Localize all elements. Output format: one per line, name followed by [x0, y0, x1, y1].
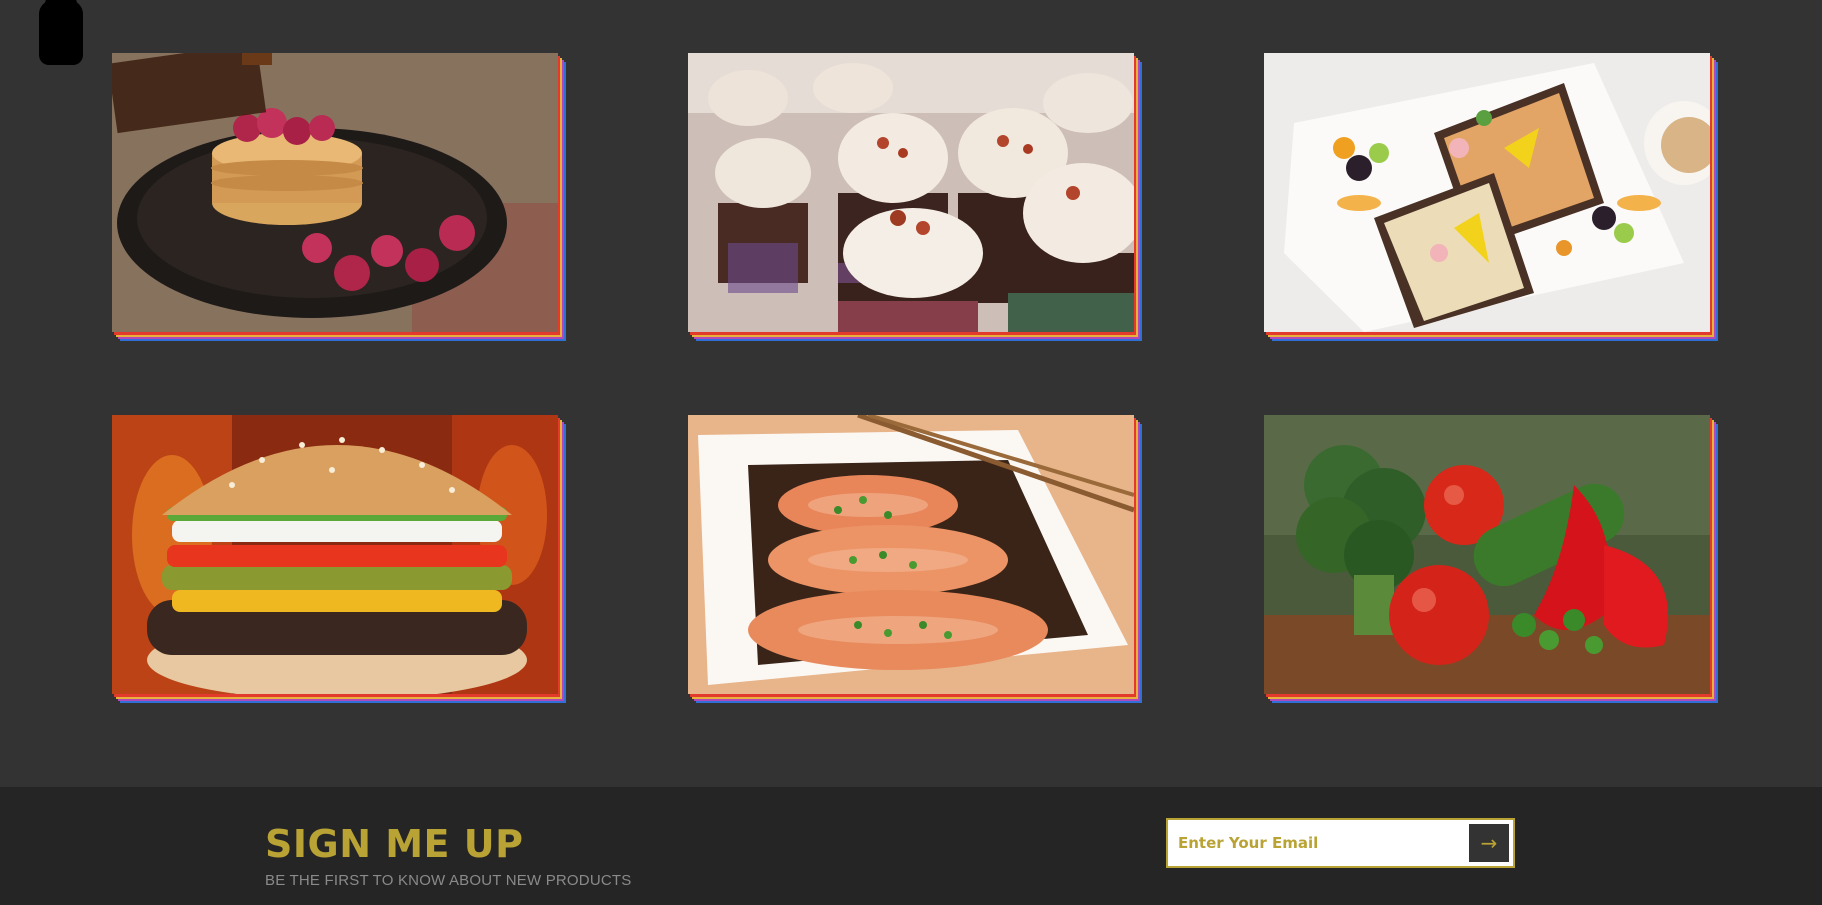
- signup-footer: SIGN ME UP BE THE FIRST TO KNOW ABOUT NE…: [0, 787, 1822, 905]
- pancakes-image: [112, 53, 558, 332]
- gallery-card-burger[interactable]: [112, 415, 566, 703]
- signup-subtitle: BE THE FIRST TO KNOW ABOUT NEW PRODUCTS: [265, 872, 632, 889]
- gallery-card-sandwiches[interactable]: [1264, 53, 1718, 341]
- gallery-card-vegetables[interactable]: [1264, 415, 1718, 703]
- food-gallery: [0, 0, 1822, 787]
- sandwiches-image: [1264, 53, 1710, 332]
- email-input[interactable]: [1168, 820, 1468, 866]
- salmon-image: [688, 415, 1134, 694]
- vegetables-image: [1264, 415, 1710, 694]
- signup-title: SIGN ME UP: [265, 822, 524, 866]
- gallery-card-cupcakes[interactable]: [688, 53, 1142, 341]
- cupcakes-image: [688, 53, 1134, 332]
- arrow-right-icon: →: [1480, 831, 1498, 855]
- email-form: →: [1166, 818, 1515, 868]
- submit-email-button[interactable]: →: [1469, 824, 1509, 862]
- gallery-card-pancakes[interactable]: [112, 53, 566, 341]
- burger-image: [112, 415, 558, 694]
- gallery-card-salmon[interactable]: [688, 415, 1142, 703]
